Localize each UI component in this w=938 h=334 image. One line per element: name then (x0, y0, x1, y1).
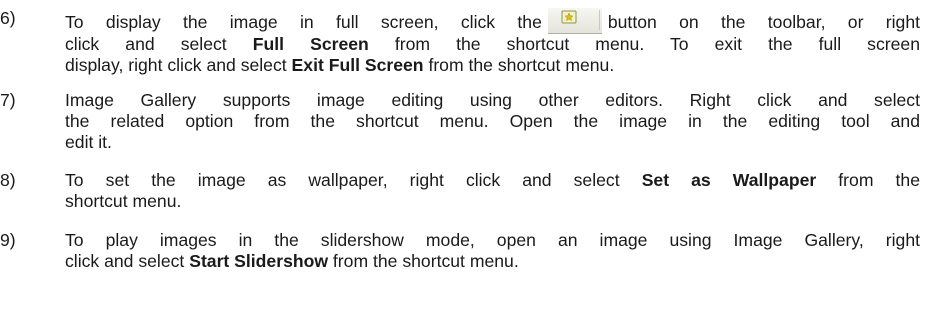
step-7-line-2: the related option from the shortcut men… (65, 111, 920, 131)
step-text: To display the image in full screen, cli… (65, 8, 920, 76)
step-number: 8) (0, 170, 16, 190)
text-segment: To set the image as wallpaper, right cli… (65, 170, 620, 190)
step-text: To play images in the slidershow mode, o… (65, 230, 920, 272)
step-7-line-1: Image Gallery supports image editing usi… (65, 90, 920, 110)
step-9-line-1: To play images in the slidershow mode, o… (65, 230, 920, 250)
text-segment: from the shortcut menu. (332, 251, 519, 271)
step-6-line-2: click and select Full Screen from the sh… (65, 34, 920, 55)
step-8-line-1: To set the image as wallpaper, right cli… (65, 170, 920, 191)
step-8-line-2: shortcut menu. (65, 191, 182, 211)
document-page: 6) To display the image in full screen, … (0, 0, 938, 334)
text-segment: from the (838, 170, 920, 190)
step-text: To set the image as wallpaper, right cli… (65, 170, 920, 212)
menu-item-ref: Full Screen (252, 34, 369, 54)
text-segment: To display the image in full screen, cli… (65, 12, 542, 32)
text-segment: from the shortcut menu. To exit the full… (394, 34, 920, 54)
toolbar-separator (598, 10, 600, 30)
text-segment: display, right click and select (65, 55, 287, 75)
step-7-line-3: edit it. (65, 132, 112, 152)
full-screen-icon (561, 10, 577, 24)
step-number: 7) (0, 90, 16, 110)
text-segment: click and select (65, 34, 227, 54)
menu-item-ref: Set as Wallpaper (641, 170, 817, 190)
step-9-line-2: click and select Start Slidershow from t… (65, 251, 920, 272)
menu-item-ref: Exit Full Screen (291, 55, 424, 75)
text-segment: click and select (65, 251, 185, 271)
step-6-line-1: To display the image in full screen, cli… (65, 8, 920, 34)
step-number: 6) (0, 8, 16, 28)
step-text: Image Gallery supports image editing usi… (65, 90, 920, 153)
full-screen-toolbar-button[interactable] (547, 8, 602, 34)
step-number: 9) (0, 230, 16, 250)
menu-item-ref: Start Slidershow (189, 251, 329, 271)
text-segment: from the shortcut menu. (428, 55, 615, 75)
text-segment: button on the toolbar, or right (607, 12, 920, 32)
step-6-line-3: display, right click and select Exit Ful… (65, 55, 920, 76)
